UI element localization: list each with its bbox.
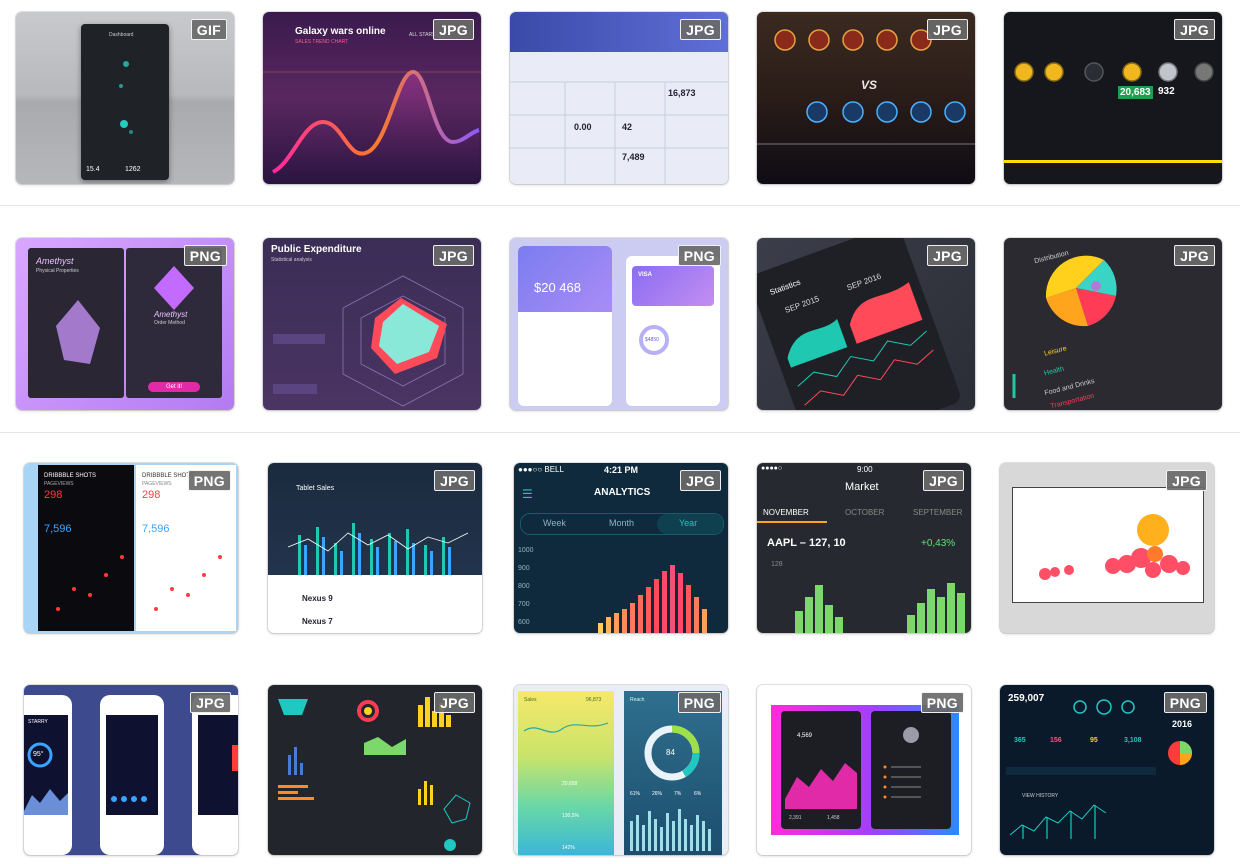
card-left: Amethyst Physical Properties	[28, 248, 124, 398]
format-badge: JPG	[927, 245, 968, 266]
phone-wallet: $20 468	[518, 246, 612, 406]
format-badge: PNG	[1163, 692, 1207, 713]
format-badge: JPG	[434, 692, 475, 713]
glow-dots	[119, 61, 133, 134]
gallery-tile-tablet-sales[interactable]: Tablet Sales Nexus 9 Nexus 7 JPG	[268, 463, 482, 633]
donut-value: $4850	[645, 337, 659, 343]
gallery-tile-dribbble-shots[interactable]: DRIBBBLE SHOTS PAGEVIEWS 298 7,596 DRIBB…	[24, 463, 238, 633]
dark-panel: DRIBBBLE SHOTS PAGEVIEWS 298 7,596	[38, 465, 134, 631]
format-badge: JPG	[923, 470, 964, 491]
gallery-tile-starry[interactable]: STARRY 95° JPG	[24, 685, 238, 855]
format-badge: JPG	[927, 19, 968, 40]
stat-value: 2,391	[789, 815, 802, 821]
gallery-tile-amethyst[interactable]: Amethyst Physical Properties Amethyst Or…	[16, 238, 234, 410]
format-badge: JPG	[1174, 245, 1215, 266]
phone-mockup: 4,569 2,391 1,458	[781, 711, 861, 829]
metric-value: 130,5%	[562, 813, 579, 819]
metric-value: 20,658	[562, 781, 578, 787]
get-it-button[interactable]: Get it!	[148, 382, 200, 392]
donut-value: 84	[666, 748, 675, 757]
dot-plot	[56, 555, 124, 611]
format-badge: JPG	[433, 245, 474, 266]
donut-chart	[639, 325, 669, 355]
sales-line	[523, 722, 609, 733]
phone-card: VISA $4850	[626, 256, 720, 406]
format-badge: PNG	[187, 470, 231, 491]
gallery-tile-gradient-phones[interactable]: 4,569 2,391 1,458 PNG	[757, 685, 971, 855]
gallery-tile-bubble-chart[interactable]: JPG	[1000, 463, 1214, 633]
stat-value: 3,108	[1124, 737, 1142, 744]
area-chart	[785, 763, 857, 809]
share-label: 7%	[674, 791, 682, 797]
gallery-tile-dashboard-gif[interactable]: Dashboard 15.4 1262 GIF	[16, 12, 234, 184]
metric-value: 142%	[562, 845, 575, 851]
stat-value: 1,458	[827, 815, 840, 821]
reach-donut	[630, 725, 711, 851]
share-label: 61%	[630, 791, 641, 797]
section-title: VIEW HISTORY	[1022, 793, 1059, 799]
format-badge: JPG	[433, 19, 474, 40]
format-badge: JPG	[1166, 470, 1207, 491]
alert-block	[232, 745, 238, 771]
profile-list	[883, 727, 921, 799]
phone-mockup	[192, 695, 238, 855]
card-right: Amethyst Order Method Get it!	[126, 248, 222, 398]
phone-mockup	[100, 695, 164, 855]
phone-screen	[198, 715, 238, 815]
format-badge: JPG	[680, 470, 721, 491]
gallery-tile-public-expenditure[interactable]: Public Expenditure Statistical analysis …	[263, 238, 481, 410]
balance-value: $20 468	[534, 280, 581, 295]
sales-panel: Sales 96,873 20,658 130,5% 142%	[518, 691, 614, 855]
format-badge: PNG	[920, 692, 964, 713]
phone-screen	[106, 715, 158, 815]
gallery-tile-sales-reach[interactable]: Sales 96,873 20,658 130,5% 142% Reach 84…	[514, 685, 728, 855]
phone-mockup: STARRY 95°	[24, 695, 72, 855]
format-badge: JPG	[434, 470, 475, 491]
highlight-stat: 20,683	[1118, 86, 1153, 99]
phone-screen: STARRY 95°	[24, 715, 68, 815]
stat-value: 365	[1014, 737, 1026, 744]
card-subtitle: Order Method	[154, 320, 185, 326]
product-name: Nexus 9	[302, 594, 333, 603]
wallet-header	[518, 246, 612, 312]
gallery-tile-distribution[interactable]: Distribution Leisure Health Food and Dri…	[1004, 238, 1222, 410]
temp-value: 95°	[33, 751, 44, 758]
format-badge: PNG	[677, 245, 721, 266]
format-badge: JPG	[190, 692, 231, 713]
gallery-tile-medals[interactable]: 20,683 932 JPG	[1004, 12, 1222, 184]
gallery-tile-galaxy-wars[interactable]: Galaxy wars online SALES TREND CHART ALL…	[263, 12, 481, 184]
phone-mockup: Dashboard 15.4 1262	[81, 24, 169, 180]
card-title: Amethyst	[154, 310, 188, 319]
row-separator	[0, 205, 1240, 206]
vs-label: VS	[861, 78, 878, 92]
stat-value: 156	[1050, 737, 1062, 744]
gallery-tile-statistics[interactable]: Statistics SEP 2015 SEP 2016 JPG	[757, 238, 975, 410]
gallery-tile-multi-dashboard[interactable]: JPG	[268, 685, 482, 855]
dot-row	[111, 796, 147, 802]
gallery-tile-versus[interactable]: VS JPG	[757, 12, 975, 184]
gallery-tile-hud-dashboard[interactable]: 259,007 2016 365 156 95 3,108 VIEW HISTO…	[1000, 685, 1214, 855]
stat-value: 95	[1090, 737, 1098, 744]
gallery-tile-market[interactable]: ●●●●○ 9:00 Market NOVEMBER OCTOBER SEPTE…	[757, 463, 971, 633]
share-label: 26%	[652, 791, 663, 797]
share-label: 6%	[694, 791, 702, 797]
stat-value: 932	[1158, 86, 1175, 97]
format-badge: GIF	[190, 19, 227, 40]
bubbles	[1039, 514, 1190, 580]
format-badge: PNG	[677, 692, 721, 713]
product-name: Nexus 7	[302, 617, 333, 626]
gallery-tile-analytics[interactable]: ●●●○○ BELL 4:21 PM ☰ ANALYTICS Week Mont…	[514, 463, 728, 633]
temp-ring	[24, 742, 68, 815]
crystal-shape	[56, 300, 100, 364]
format-badge: PNG	[183, 245, 227, 266]
phone-mockup	[871, 711, 951, 829]
chart-frame	[1012, 487, 1204, 603]
gallery-tile-wallet[interactable]: $20 468 VISA $4850 PNG	[510, 238, 728, 410]
format-badge: JPG	[680, 19, 721, 40]
reach-panel: Reach 84 61% 26% 7% 6%	[624, 691, 722, 855]
format-badge: JPG	[1174, 19, 1215, 40]
gallery-tile-stats-grid[interactable]: 16,873 0.00 42 7,489 JPG	[510, 12, 728, 184]
row-separator	[0, 432, 1240, 433]
